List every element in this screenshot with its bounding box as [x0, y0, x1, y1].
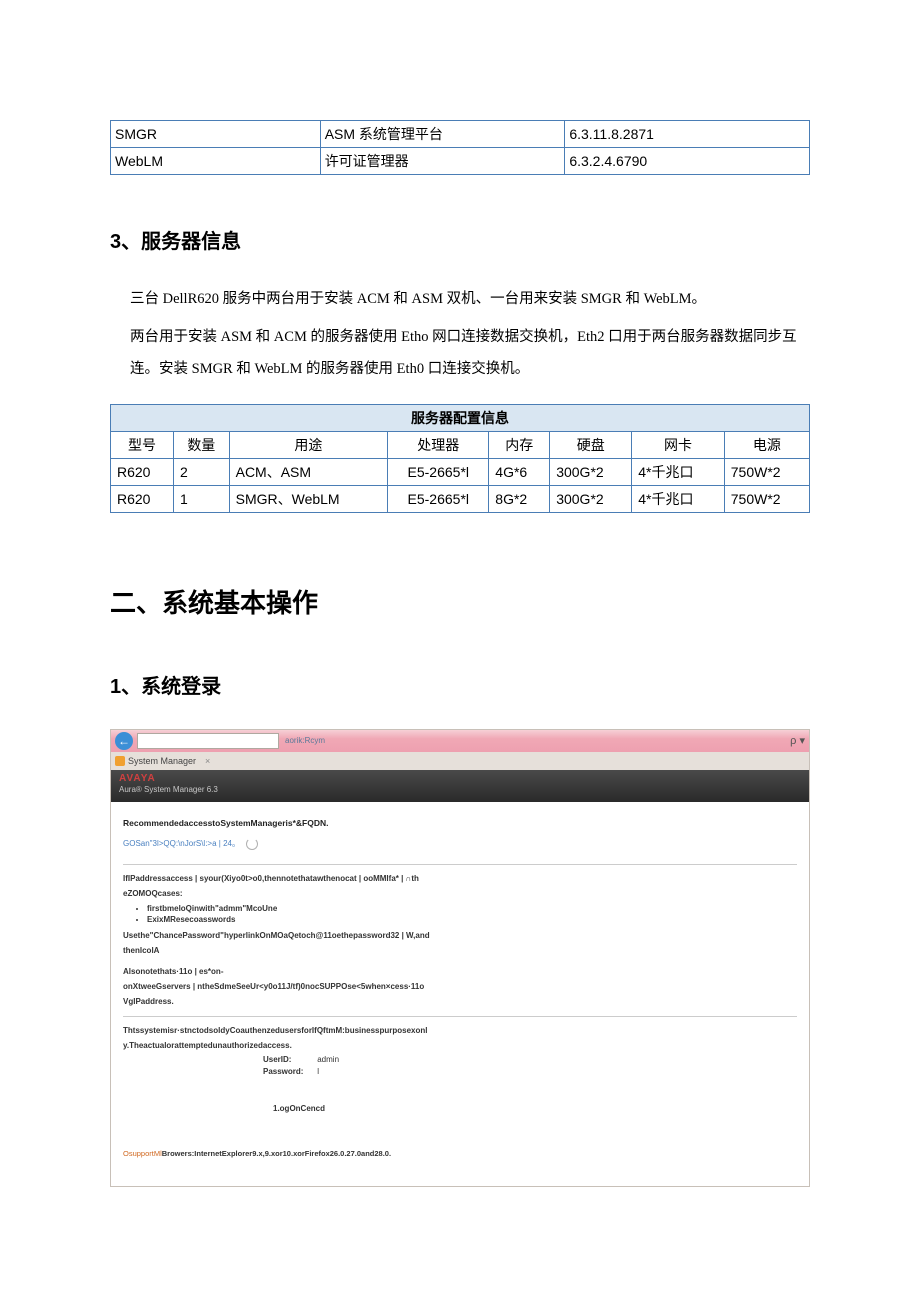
divider	[123, 1016, 797, 1017]
table-title: 服务器配置信息	[111, 404, 810, 431]
userid-label: UserID:	[263, 1055, 315, 1064]
heading-server-info: 3、服务器信息	[110, 225, 810, 254]
text-line: thenlcolA	[123, 945, 797, 957]
back-button[interactable]: ←	[115, 732, 133, 750]
bullet-list: firstbmeloQinwith"admm"McoUne ExixMResec…	[147, 904, 797, 924]
userid-value[interactable]: admin	[317, 1055, 339, 1064]
arrow-left-icon: ←	[118, 734, 130, 748]
link-line[interactable]: GOSan"3l>QQ:\nJorS\l:>a | 24。	[123, 838, 797, 850]
software-version-table: SMGR ASM 系统管理平台 6.3.11.8.2871 WebLM 许可证管…	[110, 120, 810, 175]
cell-version: 6.3.11.8.2871	[565, 121, 810, 148]
cell-desc: ASM 系统管理平台	[320, 121, 565, 148]
supported-browsers: OsupportMlBrowers:InternetExplorer9.x,9.…	[123, 1149, 797, 1158]
col-cpu: 处理器	[388, 431, 489, 458]
tab-title: System Manager	[128, 756, 196, 766]
search-icon[interactable]: ρ ▾	[790, 734, 805, 747]
list-item: firstbmeloQinwith"admm"McoUne	[147, 904, 797, 913]
browser-toolbar: ← aorik:Rcym ρ ▾	[111, 730, 809, 752]
close-icon[interactable]: ×	[205, 756, 210, 766]
cell-desc: 许可证管理器	[320, 148, 565, 175]
text-line: Thtssystemisr·stnctodsoldyCoauthenzeduse…	[123, 1025, 797, 1037]
text-line: VgIPaddress.	[123, 996, 797, 1008]
list-item: ExixMResecoasswords	[147, 915, 797, 924]
avaya-logo: AVAYA	[119, 773, 801, 784]
col-use: 用途	[229, 431, 388, 458]
table-row: R620 2 ACM、ASM E5-2665*l 4G*6 300G*2 4*千…	[111, 458, 810, 485]
login-content: RecommendedaccesstoSystemManageris*&FQDN…	[111, 802, 809, 1186]
cell-version: 6.3.2.4.6790	[565, 148, 810, 175]
col-psu: 电源	[724, 431, 809, 458]
col-qty: 数量	[174, 431, 230, 458]
cell-name: SMGR	[111, 121, 321, 148]
password-row: Password: l	[263, 1067, 797, 1076]
address-segment: aorik:Rcym	[285, 736, 325, 745]
paragraph: 三台 DellR620 服务中两台用于安装 ACM 和 ASM 双机、一台用来安…	[130, 284, 810, 316]
col-nic: 网卡	[632, 431, 725, 458]
text-line: onXtweeGservers | ntheSdmeSeeUr<y0o11J/t…	[123, 981, 797, 993]
text-line: Usethe"ChancePassword"hyperlinkOnMOaQeto…	[123, 930, 797, 942]
table-row: R620 1 SMGR、WebLM E5-2665*l 8G*2 300G*2 …	[111, 485, 810, 512]
footer-rest: Browers:InternetExplorer9.x,9.xor10.xorF…	[162, 1149, 391, 1158]
tab-favicon-icon	[115, 756, 125, 766]
text-line: y.Theactualorattemptedunauthorizedaccess…	[123, 1040, 797, 1052]
text-line: IfIPaddressaccess | syour(Xiyo0t>o0,then…	[123, 873, 797, 885]
login-button[interactable]: 1.ogOnCencd	[273, 1104, 797, 1113]
banner-subtitle: Aura® System Manager 6.3	[119, 785, 801, 794]
paragraph: 两台用于安装 ASM 和 ACM 的服务器使用 Etho 网口连接数据交换机，E…	[130, 322, 810, 386]
app-banner: AVAYA Aura® System Manager 6.3	[111, 770, 809, 802]
browser-tabs: System Manager ×	[111, 752, 809, 770]
footer-orange: OsupportMl	[123, 1149, 162, 1158]
col-model: 型号	[111, 431, 174, 458]
table-row: SMGR ASM 系统管理平台 6.3.11.8.2871	[111, 121, 810, 148]
heading-chapter-2: 二、系统基本操作	[110, 583, 810, 620]
text-line: eZOMOQcases:	[123, 888, 797, 900]
cell-name: WebLM	[111, 148, 321, 175]
password-label: Password:	[263, 1067, 315, 1076]
loading-spinner-icon	[246, 838, 258, 850]
password-value[interactable]: l	[317, 1067, 319, 1076]
divider	[123, 864, 797, 865]
heading-system-login: 1、系统登录	[110, 670, 810, 699]
col-mem: 内存	[489, 431, 550, 458]
recommended-line: RecommendedaccesstoSystemManageris*&FQDN…	[123, 818, 797, 828]
server-config-table: 服务器配置信息 型号 数量 用途 处理器 内存 硬盘 网卡 电源 R620 2 …	[110, 404, 810, 513]
userid-row: UserID: admin	[263, 1055, 797, 1064]
browser-tab[interactable]: System Manager ×	[115, 756, 210, 766]
login-screenshot: ← aorik:Rcym ρ ▾ System Manager × AVAYA …	[110, 729, 810, 1187]
col-disk: 硬盘	[550, 431, 632, 458]
text-line: Alsonotethats·11o | es*on-	[123, 966, 797, 978]
table-row: WebLM 许可证管理器 6.3.2.4.6790	[111, 148, 810, 175]
address-bar[interactable]	[137, 733, 279, 749]
